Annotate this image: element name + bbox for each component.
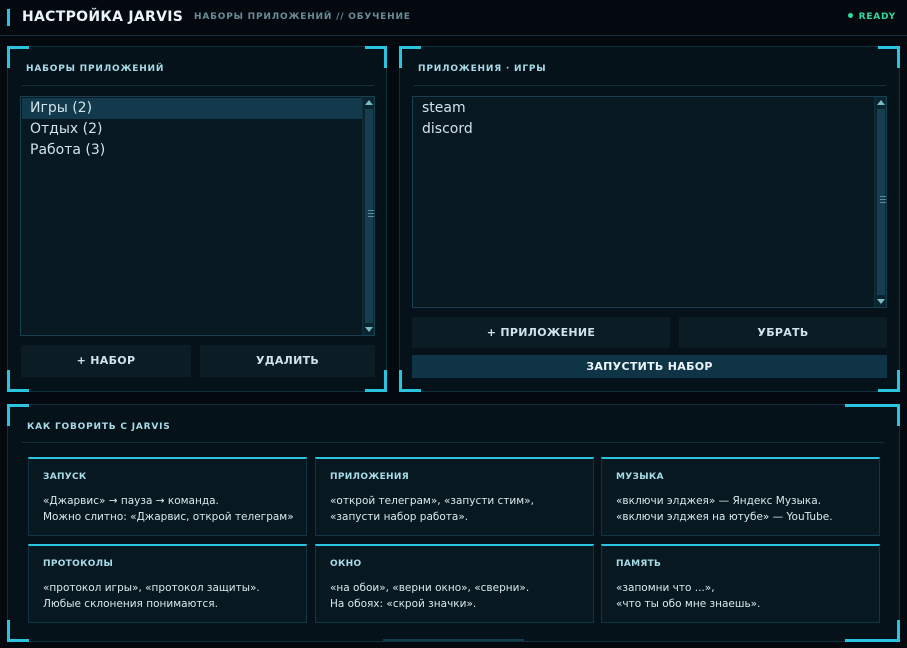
card-text: Любые склонения понимаются.	[43, 598, 218, 610]
apps-list[interactable]: steam discord	[412, 96, 887, 308]
remove-app-button[interactable]: УБРАТЬ	[679, 317, 887, 348]
status-text: READY	[858, 12, 896, 22]
list-item-set[interactable]: Игры (2)	[22, 98, 363, 119]
card-text: Можно слитно: «Джарвис, открой телеграм»	[43, 511, 294, 523]
apps-panel-title: ПРИЛОЖЕНИЯ · ИГРЫ	[418, 64, 547, 74]
grip-line	[368, 216, 374, 217]
delete-set-button[interactable]: УДАЛИТЬ	[200, 345, 375, 377]
card-text: «что ты обо мне знаешь».	[616, 598, 761, 610]
status-indicator: READY	[847, 12, 896, 22]
sets-panel: НАБОРЫ ПРИЛОЖЕНИЙ Игры (2) Отдых (2) Раб…	[7, 46, 387, 392]
add-set-button[interactable]: + НАБОР	[21, 345, 191, 377]
corner-bracket	[7, 404, 29, 426]
panel-divider	[414, 85, 886, 86]
scrollbar-thumb[interactable]	[365, 109, 374, 323]
sets-panel-title: НАБОРЫ ПРИЛОЖЕНИЙ	[26, 64, 165, 74]
scroll-up-icon[interactable]	[877, 100, 885, 105]
list-item-app[interactable]: discord	[414, 119, 875, 140]
guide-card-launch: ЗАПУСК «Джарвис» → пауза → команда. Можн…	[28, 457, 307, 536]
scrollbar-thumb[interactable]	[877, 109, 886, 295]
panel-divider	[22, 85, 374, 86]
apps-panel: ПРИЛОЖЕНИЯ · ИГРЫ steam discord + ПРИЛОЖ…	[399, 46, 900, 392]
grip-line	[880, 202, 886, 203]
scroll-down-icon[interactable]	[877, 299, 885, 304]
guide-card-memory: ПАМЯТЬ «запомни что ...», «что ты обо мн…	[601, 544, 880, 623]
card-text: «запусти набор работа».	[330, 511, 469, 523]
corner-bracket	[7, 620, 29, 642]
status-dot-icon	[847, 13, 853, 18]
corner-bracket	[845, 404, 900, 426]
sets-list[interactable]: Игры (2) Отдых (2) Работа (3)	[20, 96, 375, 336]
guide-card-apps: ПРИЛОЖЕНИЯ «открой телеграм», «запусти с…	[315, 457, 594, 536]
corner-bracket	[845, 620, 900, 642]
guide-card-music: МУЗЫКА «включи элджея» — Яндекс Музыка. …	[601, 457, 880, 536]
launch-set-button[interactable]: ЗАПУСТИТЬ НАБОР	[412, 355, 887, 378]
card-text: «включи элджея на ютубе» — YouTube.	[616, 511, 833, 523]
panel-divider	[22, 442, 884, 443]
guide-card-window: ОКНО «на обои», «верни окно», «сверни». …	[315, 544, 594, 623]
sets-list-scrollbar[interactable]	[362, 97, 374, 335]
card-title: ОКНО	[330, 559, 362, 569]
card-title: ЗАПУСК	[43, 472, 87, 482]
card-text: «запомни что ...»,	[616, 582, 715, 594]
card-text: На обоях: «скрой значки».	[330, 598, 477, 610]
card-text: «включи элджея» — Яндекс Музыка.	[616, 495, 822, 507]
card-text: «протокол игры», «протокол защиты».	[43, 582, 260, 594]
card-title: ПРИЛОЖЕНИЯ	[330, 472, 409, 482]
bottom-indicator	[383, 639, 524, 641]
grip-line	[368, 210, 374, 211]
guide-panel: КАК ГОВОРИТЬ С JARVIS ЗАПУСК «Джарвис» →…	[7, 404, 900, 642]
breadcrumb: НАБОРЫ ПРИЛОЖЕНИЙ // ОБУЧЕНИЕ	[194, 12, 411, 22]
card-text: «открой телеграм», «запусти стим»,	[330, 495, 534, 507]
guide-card-protocols: ПРОТОКОЛЫ «протокол игры», «протокол защ…	[28, 544, 307, 623]
add-app-button[interactable]: + ПРИЛОЖЕНИЕ	[412, 317, 670, 348]
card-text: «Джарвис» → пауза → команда.	[43, 495, 219, 507]
app-title: НАСТРОЙКА JARVIS	[22, 9, 184, 25]
scroll-down-icon[interactable]	[365, 327, 373, 332]
scroll-up-icon[interactable]	[365, 100, 373, 105]
corner-bracket	[878, 46, 900, 68]
card-text: «на обои», «верни окно», «сверни».	[330, 582, 530, 594]
card-title: МУЗЫКА	[616, 472, 664, 482]
grip-line	[880, 199, 886, 200]
card-title: ПРОТОКОЛЫ	[43, 559, 114, 569]
list-item-set[interactable]: Отдых (2)	[22, 119, 363, 140]
grip-line	[368, 213, 374, 214]
list-item-set[interactable]: Работа (3)	[22, 140, 363, 161]
guide-title: КАК ГОВОРИТЬ С JARVIS	[27, 422, 171, 432]
title-bar: НАСТРОЙКА JARVIS НАБОРЫ ПРИЛОЖЕНИЙ // ОБ…	[0, 0, 907, 36]
apps-list-scrollbar[interactable]	[874, 97, 886, 307]
corner-bracket	[365, 46, 387, 68]
title-accent-bar	[7, 9, 10, 26]
grip-line	[880, 196, 886, 197]
card-title: ПАМЯТЬ	[616, 559, 662, 569]
list-item-app[interactable]: steam	[414, 98, 875, 119]
